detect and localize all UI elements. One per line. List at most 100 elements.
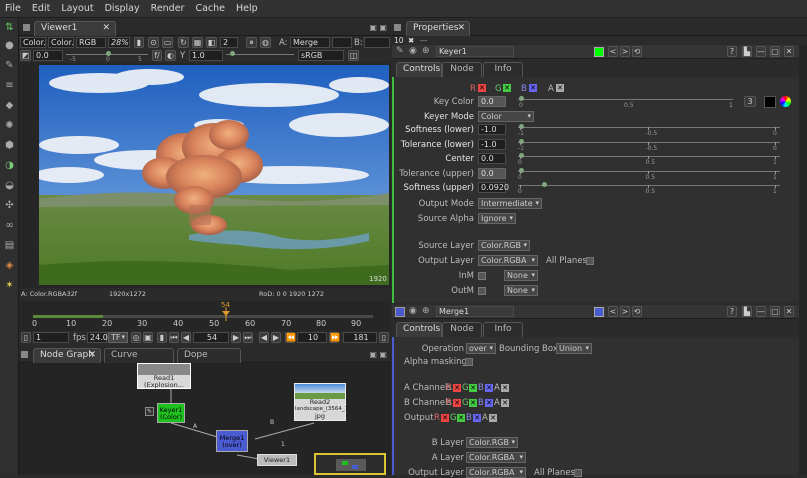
key-color-swatch[interactable] [764,96,776,108]
merge-channel-checkbox[interactable]: ✕ [453,384,461,392]
panel-menu-icon[interactable] [394,24,401,31]
keyer-row-slider[interactable]: 0 0.5 1 [518,180,780,195]
timeline-format-select[interactable]: TF [108,332,128,343]
merge-channel-checkbox[interactable]: ✕ [473,414,481,422]
merge-tab-info[interactable]: Info [483,322,523,337]
colorspace-select[interactable]: sRGB [298,50,344,61]
merge-channel-checkbox[interactable]: ✕ [489,414,497,422]
layer-select[interactable]: Color. [20,37,46,48]
close-all-icon[interactable]: ✖ [408,36,414,45]
display-channels-select[interactable]: RGB [76,37,106,48]
gamma-field[interactable]: 1.0 [189,50,223,61]
views-tool-icon[interactable]: ∞ [3,220,16,232]
source-layer-select[interactable]: Color.RGB [478,240,530,251]
gmic-tool-icon[interactable]: ◈ [3,260,16,272]
keyer-channel-a-checkbox[interactable]: ✕ [556,84,564,92]
gain-slider[interactable]: -5 0 5 [66,50,148,63]
keyer-row-field[interactable]: -1.0 [478,124,506,135]
fstop-button[interactable]: f/ [152,50,162,61]
timeline[interactable]: 54 0 10 20 30 40 50 60 70 80 90 [19,301,391,331]
minimize-icon[interactable]: — [756,306,766,317]
keyer-channel-r-checkbox[interactable]: ✕ [478,84,486,92]
keyer-tab-node[interactable]: Node [442,62,482,77]
source-alpha-select[interactable]: Ignore [478,213,516,224]
transform-tool-icon[interactable]: ✣ [3,200,16,212]
menu-cache[interactable]: Cache [195,3,225,14]
key-color-slider[interactable]: 0 0.5 1 [518,94,733,109]
node-merge1[interactable]: Merge1 (over) [216,430,248,452]
out-point-icon[interactable]: ▯ [379,332,389,343]
tab-viewer[interactable]: Viewer1 ✕ [34,21,116,36]
outm-checkbox[interactable] [478,287,486,295]
bounding-box-select[interactable]: Union [556,343,592,354]
node-read2[interactable]: Read2 landscape_(3564_1035) jpg [294,383,361,421]
loop-icon[interactable]: ▣ [143,332,153,343]
tab-curve-editor[interactable]: Curve Editor✕ [104,348,174,373]
max-panels-field[interactable]: 10 [394,36,404,45]
merge-channel-checkbox[interactable]: ✕ [441,414,449,422]
merge-tab-node[interactable]: Node [442,322,482,337]
input-b-select[interactable] [364,37,390,48]
color-tool-icon[interactable]: ✺ [3,120,16,132]
undo-icon[interactable]: < [608,46,618,57]
turbo-icon[interactable]: ◎ [131,332,141,343]
key-color-field[interactable]: 0.0 [478,96,506,107]
menu-display[interactable]: Display [105,3,140,14]
render-icon[interactable]: ◍ [260,37,271,48]
inm-select[interactable]: None [504,270,538,281]
float-icon[interactable]: ▢ [770,46,780,57]
lock-icon[interactable]: ▮ [157,332,167,343]
keyer-tab-info[interactable]: Info [483,62,523,77]
viewer-canvas[interactable]: 1920 [19,63,391,288]
keyer-name-field[interactable]: Keyer1 [436,46,514,57]
panel-float-icon[interactable]: ▣ ▣ [369,23,387,32]
keyer-row-slider[interactable]: 0 0.5 1 [518,151,780,166]
proxy-level-select[interactable]: 2 [220,37,238,48]
input-a-select[interactable]: Merge [290,37,330,48]
lut-icon[interactable]: ◫ [348,50,359,61]
keyer-row-field[interactable]: -1.0 [478,138,506,150]
step-forward-icon[interactable]: ⏩ [329,332,340,343]
properties-scrollbar[interactable] [799,45,807,475]
minimize-all-icon[interactable]: — [420,36,428,45]
output-mode-select[interactable]: Intermediate [478,198,542,209]
keyer-row-field[interactable]: 0.0 [478,153,506,164]
refresh-icon[interactable]: ↻ [178,37,189,48]
end-frame-field[interactable]: 181 [343,332,377,343]
keyer-row-field[interactable]: 0.0920 [478,182,509,193]
close-icon[interactable]: ✕ [102,22,110,35]
panel-float-icon[interactable]: ▣ ▣ [369,350,387,359]
merge-channel-checkbox[interactable]: ✕ [485,384,493,392]
merge-tool-icon[interactable]: ◒ [3,180,16,192]
keyer-color-swatch[interactable] [594,47,604,57]
merge-all-planes-checkbox[interactable] [574,469,582,477]
inm-checkbox[interactable] [478,272,486,280]
prev-key-icon[interactable]: ◀ [259,332,269,343]
other-tool-icon[interactable]: ▤ [3,240,16,252]
preset-icon[interactable]: ⊕ [422,46,430,56]
gamma-slider[interactable] [226,50,294,62]
last-frame-icon[interactable]: ⏭ [243,332,253,343]
node-keyer1[interactable]: Keyer1 (Color) [157,403,185,423]
close-icon[interactable]: ✕ [457,22,465,35]
merge-tab-controls[interactable]: Controls [396,322,442,337]
clip-icon[interactable]: ▮ [134,37,144,48]
menu-file[interactable]: File [5,3,21,14]
first-frame-icon[interactable]: ⏮ [169,332,179,343]
menu-help[interactable]: Help [236,3,258,14]
merge-name-field[interactable]: Merge1 [436,306,514,317]
restore-defaults-icon[interactable]: ⟲ [632,46,642,57]
merge-channel-checkbox[interactable]: ✕ [485,399,493,407]
time-tool-icon[interactable]: ≡ [3,80,16,92]
output-layer-select[interactable]: Color.RGBA [478,255,538,266]
merge-channel-checkbox[interactable]: ✕ [469,384,477,392]
center-node-icon[interactable]: ◉ [409,306,417,316]
close-panel-icon[interactable]: ✕ [784,306,794,317]
filter-tool-icon[interactable]: ⬢ [3,140,16,152]
help-icon[interactable]: ? [727,306,737,317]
float-icon[interactable]: ▢ [770,306,780,317]
gain-icon[interactable]: ◩ [20,50,31,61]
a-layer-select[interactable]: Color.RGBA [466,452,526,463]
fit-icon[interactable]: ⊙ [148,37,159,48]
panel-menu-icon[interactable] [21,351,28,358]
